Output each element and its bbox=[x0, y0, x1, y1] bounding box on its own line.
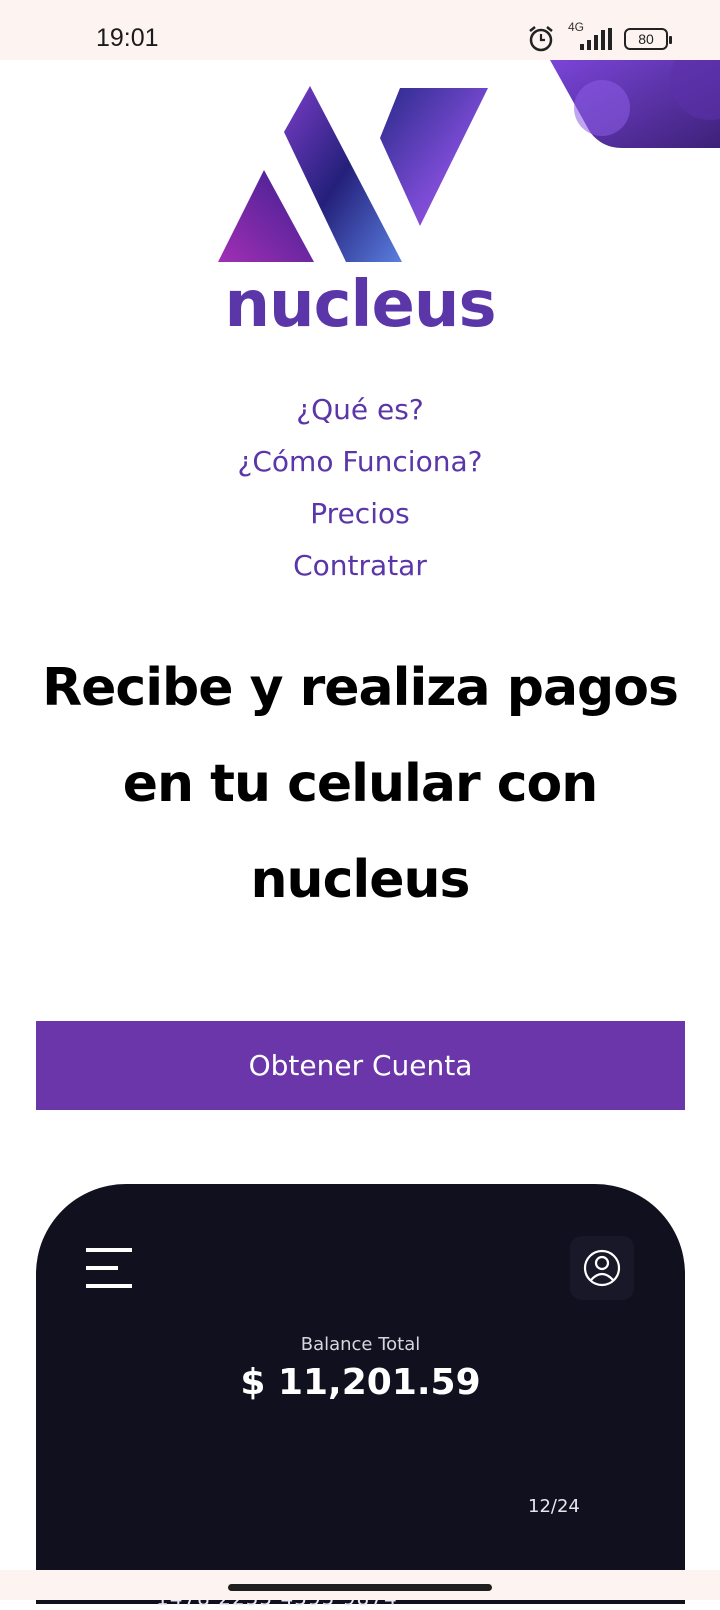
signal-icon: 4G bbox=[564, 20, 616, 54]
hero-headline: Recibe y realiza pagos en tu celular con… bbox=[30, 640, 690, 928]
balance-value: $ 11,201.59 bbox=[240, 1362, 481, 1403]
system-nav-bar bbox=[0, 1570, 720, 1600]
hero-headline-line: en tu celular con bbox=[122, 754, 599, 814]
home-indicator[interactable] bbox=[228, 1584, 492, 1591]
user-icon bbox=[583, 1249, 621, 1287]
status-time: 19:01 bbox=[96, 24, 159, 52]
nav-link-como-funciona[interactable]: ¿Cómo Funciona? bbox=[0, 442, 720, 494]
brand-wordmark: nucleus bbox=[224, 268, 496, 342]
alarm-icon bbox=[529, 26, 553, 52]
nav-link-que-es[interactable]: ¿Qué es? bbox=[0, 390, 720, 442]
status-bar: 19:01 4G 80 bbox=[0, 0, 720, 60]
obtener-cuenta-button[interactable]: Obtener Cuenta bbox=[36, 1021, 685, 1110]
main-nav: ¿Qué es? ¿Cómo Funciona? Precios Contrat… bbox=[0, 390, 720, 598]
nucleus-logo-icon bbox=[218, 86, 488, 262]
nav-link-precios[interactable]: Precios bbox=[0, 494, 720, 546]
profile-button bbox=[570, 1236, 634, 1300]
card-expiry: 12/24 bbox=[528, 1496, 580, 1517]
hero-headline-line: Recibe y realiza pagos bbox=[42, 658, 679, 718]
menu-icon bbox=[86, 1248, 132, 1288]
app-preview: Balance Total $ 11,201.59 12/24 1478 225… bbox=[36, 1184, 685, 1610]
hero-headline-line: nucleus bbox=[250, 850, 471, 910]
corner-decoration bbox=[550, 60, 720, 148]
status-icons: 4G 80 bbox=[526, 20, 672, 54]
battery-level: 80 bbox=[638, 31, 654, 47]
nav-link-contratar[interactable]: Contratar bbox=[0, 546, 720, 598]
balance-label: Balance Total bbox=[300, 1334, 421, 1355]
battery-icon: 80 bbox=[624, 28, 672, 50]
